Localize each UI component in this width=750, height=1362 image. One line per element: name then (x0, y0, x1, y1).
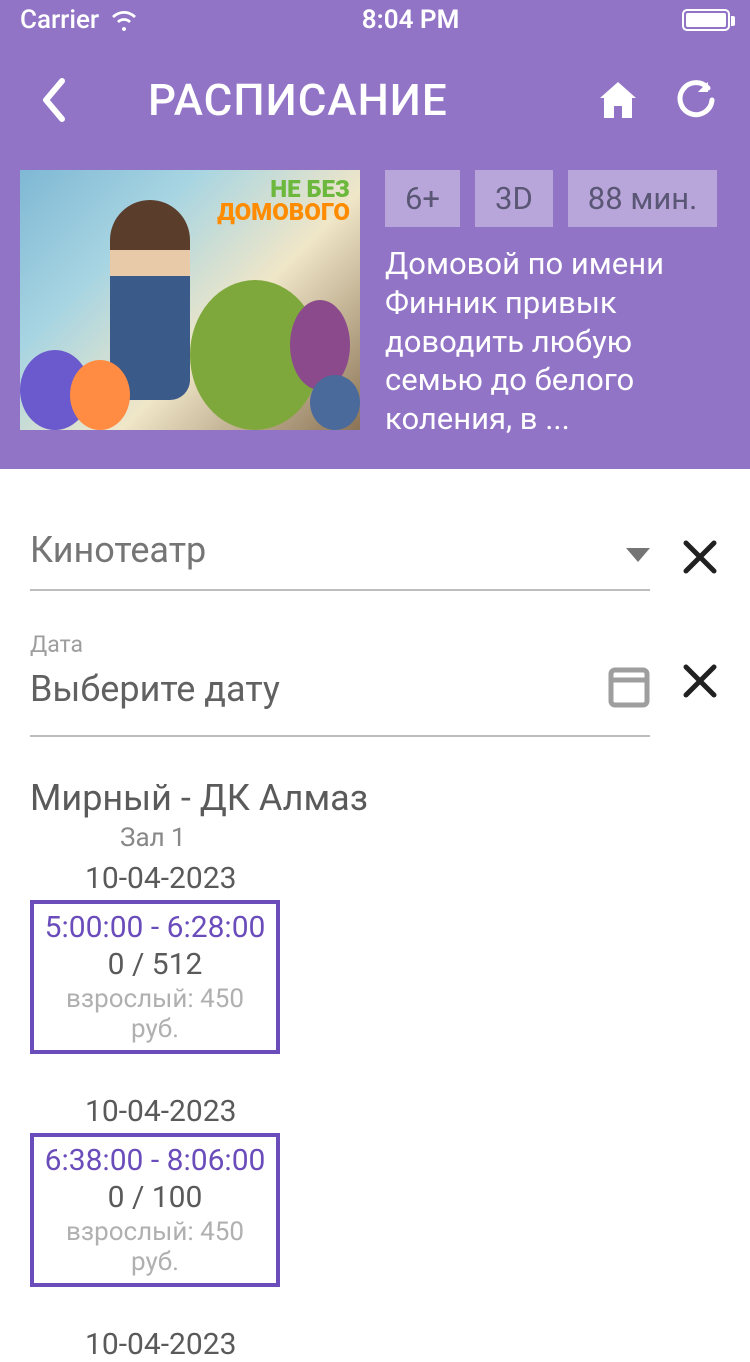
session-date: 10-04-2023 (30, 861, 720, 896)
clear-date-button[interactable] (680, 658, 720, 710)
date-placeholder: Выберите дату (30, 668, 280, 710)
format-badge: 3D (475, 170, 553, 227)
date-select[interactable]: Дата Выберите дату (30, 631, 650, 737)
carrier-label: Carrier (20, 5, 99, 35)
hall-name: Зал 1 (30, 823, 720, 853)
movie-header: НЕ БЕЗ ДОМОВОГО 6+ 3D 88 мин. Домовой по… (0, 160, 750, 469)
session-time: 5:00:00 - 6:28:00 (44, 910, 266, 945)
dropdown-icon (626, 529, 650, 571)
venue-name: Мирный - ДК Алмаз (30, 777, 720, 819)
poster-title-line2: ДОМОВОГО (217, 201, 350, 224)
refresh-button[interactable] (672, 76, 720, 124)
clear-cinema-button[interactable] (680, 534, 720, 586)
battery-icon (682, 9, 730, 31)
calendar-icon (608, 662, 650, 717)
page-title: РАСПИСАНИЕ (148, 74, 564, 126)
status-time: 8:04 PM (362, 5, 460, 35)
session-seats: 0 / 100 (44, 1180, 266, 1215)
cinema-label: Кинотеатр (30, 529, 206, 571)
session-price: взрослый: 450 руб. (44, 1217, 266, 1277)
cinema-select[interactable]: Кинотеатр (30, 529, 650, 591)
session-card[interactable]: 6:38:00 - 8:06:00 0 / 100 взрослый: 450 … (30, 1133, 280, 1287)
nav-bar: РАСПИСАНИЕ (0, 40, 750, 160)
date-label: Дата (30, 631, 650, 658)
session-date: 10-04-2023 (30, 1094, 720, 1129)
back-button[interactable] (30, 76, 78, 124)
session-time: 6:38:00 - 8:06:00 (44, 1143, 266, 1178)
session-date: 10-04-2023 (30, 1327, 720, 1362)
session-price: взрослый: 450 руб. (44, 984, 266, 1044)
movie-poster[interactable]: НЕ БЕЗ ДОМОВОГО (20, 170, 360, 430)
session-card[interactable]: 5:00:00 - 6:28:00 0 / 512 взрослый: 450 … (30, 900, 280, 1054)
wifi-icon (109, 9, 139, 31)
status-bar: Carrier 8:04 PM (0, 0, 750, 40)
age-badge: 6+ (385, 170, 460, 227)
session-seats: 0 / 512 (44, 947, 266, 982)
home-button[interactable] (594, 76, 642, 124)
duration-badge: 88 мин. (568, 170, 717, 227)
movie-description: Домовой по имени Финник привык доводить … (385, 245, 730, 439)
